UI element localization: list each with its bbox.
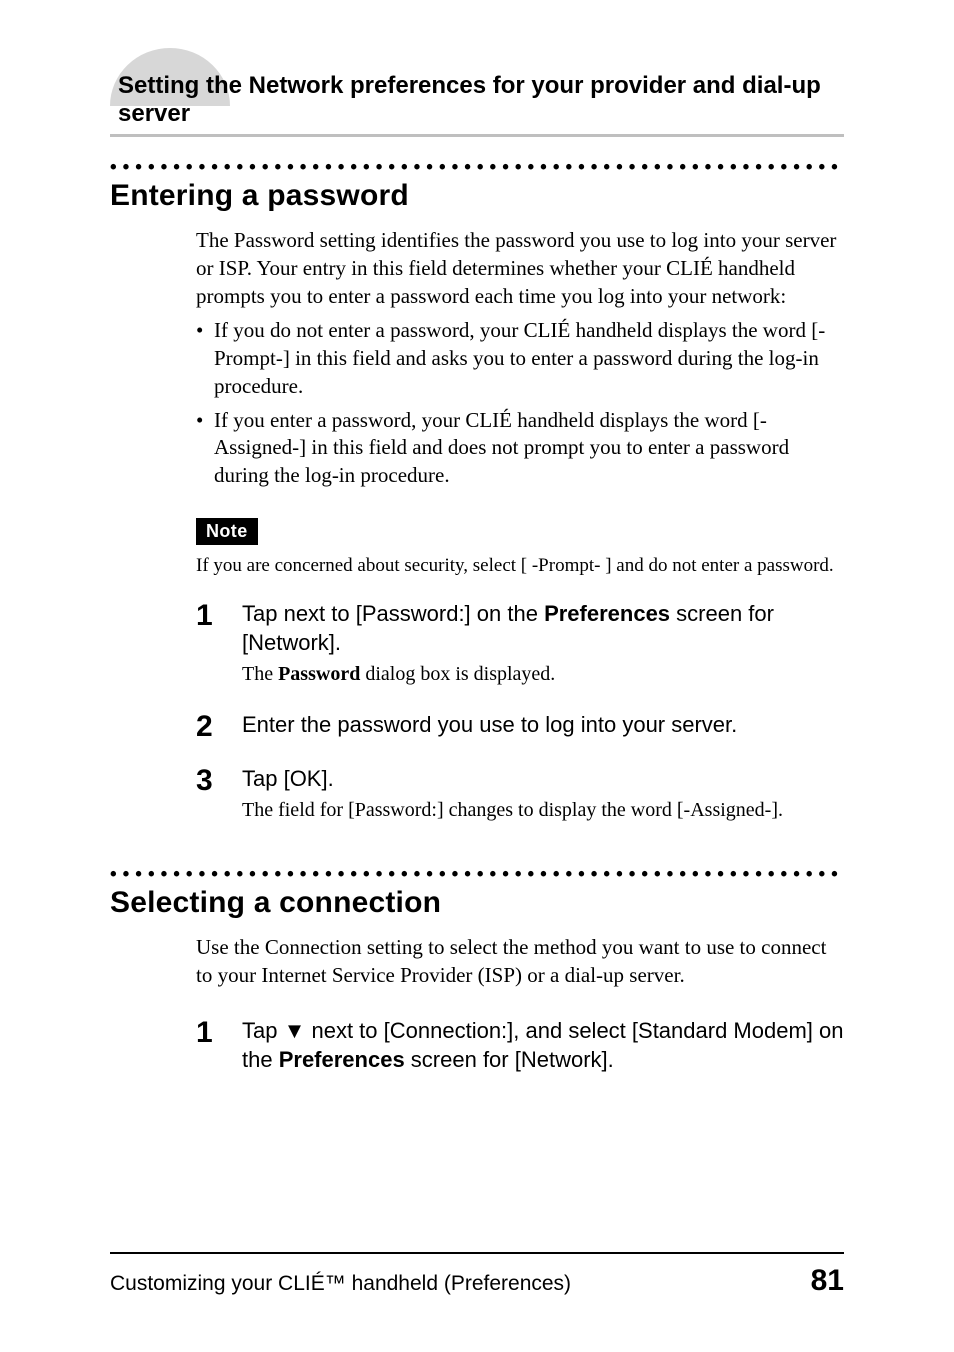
step-text-pre: Tap next to [Password:] on the bbox=[242, 601, 544, 626]
step-instruction: Tap ▼ next to [Connection:], and select … bbox=[242, 1016, 844, 1074]
steps-list: 1 Tap ▼ next to [Connection:], and selec… bbox=[196, 1016, 844, 1074]
bullet-item: If you do not enter a password, your CLI… bbox=[196, 317, 844, 401]
intro-text: The Password setting identifies the pass… bbox=[196, 227, 844, 311]
footer-row: Customizing your CLIÉ™ handheld (Prefere… bbox=[110, 1264, 844, 1298]
step-item: 3 Tap [OK]. The field for [Password:] ch… bbox=[196, 764, 844, 824]
step-sub-post: dialog box is displayed. bbox=[360, 663, 555, 685]
step-item: 2 Enter the password you use to log into… bbox=[196, 710, 844, 742]
steps-list: 1 Tap next to [Password:] on the Prefere… bbox=[196, 599, 844, 824]
note-label: Note bbox=[196, 518, 258, 545]
step-body: Enter the password you use to log into y… bbox=[242, 710, 844, 739]
step-instruction: Tap next to [Password:] on the Preferenc… bbox=[242, 599, 844, 657]
step-subtext: The Password dialog box is displayed. bbox=[242, 661, 844, 688]
intro-paragraph: The Password setting identifies the pass… bbox=[196, 227, 844, 490]
intro-paragraph: Use the Connection setting to select the… bbox=[196, 934, 844, 990]
step-text-pre: Tap bbox=[242, 1018, 284, 1043]
step-number: 1 bbox=[196, 1016, 242, 1048]
page-number: 81 bbox=[811, 1264, 844, 1298]
step-text-post: screen for [Network]. bbox=[405, 1047, 614, 1072]
footer-rule bbox=[110, 1252, 844, 1254]
step-body: Tap ▼ next to [Connection:], and select … bbox=[242, 1016, 844, 1074]
step-bold-word: Preferences bbox=[544, 601, 670, 626]
step-subtext: The field for [Password:] changes to dis… bbox=[242, 797, 844, 824]
step-instruction: Enter the password you use to log into y… bbox=[242, 710, 844, 739]
step-number: 3 bbox=[196, 764, 242, 796]
step-body: Tap next to [Password:] on the Preferenc… bbox=[242, 599, 844, 688]
dotted-divider: ••••••••••••••••••••••••••••••••••••••••… bbox=[110, 870, 844, 884]
page-footer: Customizing your CLIÉ™ handheld (Prefere… bbox=[110, 1252, 844, 1298]
step-item: 1 Tap next to [Password:] on the Prefere… bbox=[196, 599, 844, 688]
bullet-item: If you enter a password, your CLIÉ handh… bbox=[196, 407, 844, 491]
step-body: Tap [OK]. The field for [Password:] chan… bbox=[242, 764, 844, 824]
heading-selecting-connection: Selecting a connection bbox=[110, 886, 844, 920]
step-number: 1 bbox=[196, 599, 242, 631]
step-sub-bold: Password bbox=[278, 663, 360, 685]
step-number: 2 bbox=[196, 710, 242, 742]
step-bold-word: Preferences bbox=[279, 1047, 405, 1072]
dotted-divider: ••••••••••••••••••••••••••••••••••••••••… bbox=[110, 163, 844, 177]
step-sub-pre: The bbox=[242, 663, 278, 685]
chevron-down-icon: ▼ bbox=[284, 1016, 306, 1045]
bullet-list: If you do not enter a password, your CLI… bbox=[196, 317, 844, 491]
section-header-rule bbox=[110, 134, 844, 137]
heading-entering-password: Entering a password bbox=[110, 179, 844, 213]
intro-text: Use the Connection setting to select the… bbox=[196, 934, 844, 990]
step-item: 1 Tap ▼ next to [Connection:], and selec… bbox=[196, 1016, 844, 1074]
section-header-title: Setting the Network preferences for your… bbox=[110, 0, 844, 128]
footer-title: Customizing your CLIÉ™ handheld (Prefere… bbox=[110, 1272, 571, 1296]
note-text: If you are concerned about security, sel… bbox=[196, 555, 844, 577]
step-instruction: Tap [OK]. bbox=[242, 764, 844, 793]
